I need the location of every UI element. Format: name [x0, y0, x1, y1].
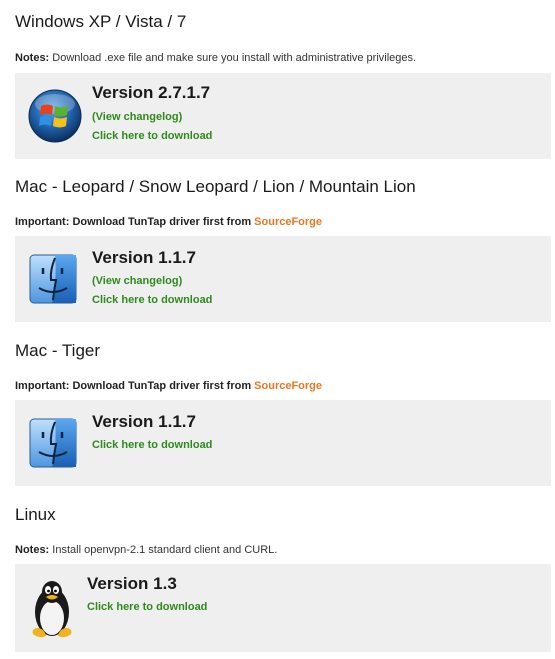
mac-tiger-note-text: Download TunTap driver first from: [72, 380, 252, 392]
windows-title: Windows XP / Vista / 7: [15, 12, 187, 31]
mac-tiger-title: Mac - Tiger: [15, 341, 101, 360]
mac-tiger-download-link[interactable]: Click here to download: [92, 439, 212, 451]
linux-note-label: Notes:: [15, 544, 50, 556]
windows-note-text: Download .exe file and make sure you ins…: [52, 52, 417, 64]
mac-finder-icon: [29, 254, 77, 304]
mac-tiger-version: Version 1.1.7: [92, 412, 196, 431]
mac-leopard-section: Mac - Leopard / Snow Leopard / Lion / Mo…: [0, 165, 555, 325]
windows-changelog-link[interactable]: View changelog: [96, 111, 179, 123]
mac-leopard-changelog-line: (View changelog): [92, 275, 183, 287]
mac-leopard-download-box: Version 1.1.7 (View changelog) Click her…: [15, 236, 551, 322]
mac-leopard-sourceforge-link[interactable]: SourceForge: [254, 216, 322, 228]
windows-download-link[interactable]: Click here to download: [92, 130, 212, 142]
windows-version: Version 2.7.1.7: [92, 83, 211, 102]
mac-leopard-version: Version 1.1.7: [92, 248, 196, 267]
mac-finder-icon: [29, 418, 77, 468]
mac-leopard-download-link[interactable]: Click here to download: [92, 294, 212, 306]
mac-tiger-sourceforge-link[interactable]: SourceForge: [254, 380, 322, 392]
mac-tiger-section: Mac - Tiger Important: Download TunTap d…: [0, 329, 555, 489]
mac-leopard-note: Important: Download TunTap driver first …: [15, 216, 322, 228]
windows-download-box: Version 2.7.1.7 (View changelog) Click h…: [15, 73, 551, 159]
linux-note: Notes: Install openvpn-2.1 standard clie…: [15, 544, 277, 556]
mac-leopard-note-text: Download TunTap driver first from: [72, 216, 252, 228]
linux-title: Linux: [15, 505, 56, 524]
mac-leopard-note-label: Important:: [15, 216, 70, 228]
windows-section: Windows XP / Vista / 7 Notes: Download .…: [0, 0, 555, 165]
windows-changelog-line: (View changelog): [92, 111, 183, 123]
mac-leopard-title: Mac - Leopard / Snow Leopard / Lion / Mo…: [15, 177, 416, 196]
windows-note: Notes: Download .exe file and make sure …: [15, 52, 416, 64]
mac-tiger-note-label: Important:: [15, 380, 70, 392]
mac-tiger-note: Important: Download TunTap driver first …: [15, 380, 322, 392]
windows-note-label: Notes:: [15, 52, 50, 64]
linux-version: Version 1.3: [87, 574, 177, 593]
linux-tux-icon: [27, 578, 77, 640]
linux-section: Linux Notes: Install openvpn-2.1 standar…: [0, 493, 555, 659]
linux-note-text: Install openvpn-2.1 standard client and …: [52, 544, 278, 556]
linux-download-box: Version 1.3 Click here to download: [15, 564, 551, 652]
linux-download-link[interactable]: Click here to download: [87, 601, 207, 613]
mac-tiger-download-box: Version 1.1.7 Click here to download: [15, 400, 551, 486]
windows-logo-icon: [28, 89, 82, 143]
mac-leopard-changelog-link[interactable]: View changelog: [96, 275, 179, 287]
